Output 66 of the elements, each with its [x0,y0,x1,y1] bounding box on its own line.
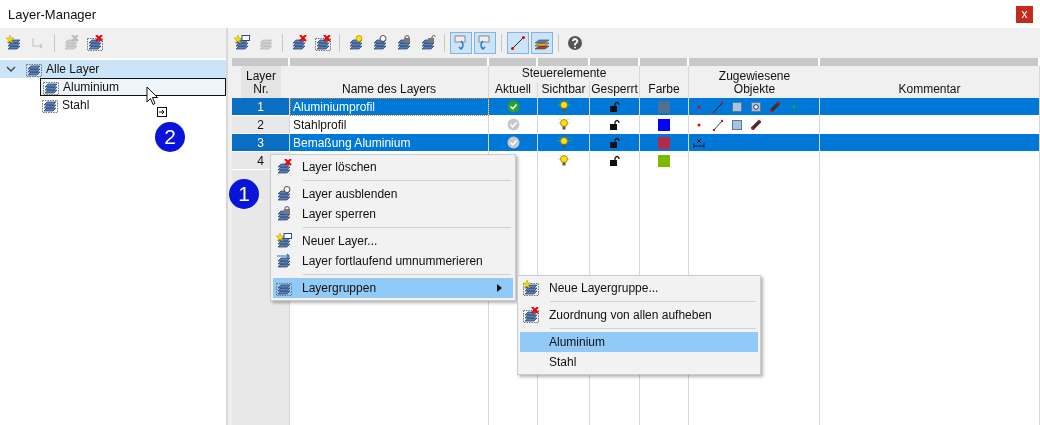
dashed-stack-icon [26,61,42,77]
dashed-stack-icon [42,97,58,113]
line-icon [510,35,526,51]
surface-icon [731,118,743,131]
column-header: Layer Nr. [241,66,281,98]
stack-star-icon [6,35,22,51]
stack-bulb-icon [372,35,388,51]
menu-item[interactable]: Layer sperren [273,204,513,224]
menu-item[interactable]: Layer ausblenden [273,184,513,204]
drop-icon [157,107,167,117]
stack-arrow-icon [276,253,292,269]
dashed-stack-icon [276,280,292,296]
member-icon [750,118,762,131]
close-button[interactable]: x [1016,5,1033,23]
stack-lock-icon [276,206,292,222]
menu-item[interactable]: Neue Layergruppe... [520,278,758,298]
tree-item[interactable]: Aluminium [40,78,226,96]
table-cell: 2 [232,116,290,134]
table-cell: Stahlprofil [293,117,347,132]
stack-cross-icon [291,35,307,51]
table-cell: Bemaßung Aluminium [293,135,411,150]
menu-item[interactable]: Zuordnung von allen aufheben [520,305,758,325]
step-marker: 1 [229,179,259,209]
member-icon [769,100,781,113]
menu-item[interactable]: Neuer Layer... [273,231,513,251]
chevron-icon[interactable] [6,64,16,74]
line-button[interactable] [507,32,529,54]
stack-lock-icon [396,35,412,51]
opening-icon [750,100,762,113]
redo-button[interactable] [474,32,496,54]
submenu-arrow-icon [497,284,503,292]
column-header: Zugewiesene Objekte [717,68,792,98]
tree-item[interactable]: Alle Layer [0,60,226,78]
table-cell: 3 [232,134,290,152]
stack-bulb-icon [348,35,364,51]
dashed-stack-cross-icon [523,307,539,323]
dimension-icon [693,136,705,149]
table-cell: 1 [232,98,290,116]
column-group-header: Steuerelemente [489,66,640,82]
stack-star-icon [234,35,250,51]
line-icon [712,100,724,113]
dashed-stack-icon [43,79,59,95]
stack-cross-icon [276,159,292,175]
stack-bulb-icon [276,186,292,202]
redo-icon [477,35,493,51]
menu-item[interactable]: Aluminium [520,332,758,352]
undo-button[interactable] [450,32,472,54]
menu-item[interactable]: Stahl [520,352,758,372]
dashed-stack-cross-button[interactable] [84,32,106,54]
dashed-stack-cross-icon [87,35,103,51]
window-title: Layer-Manager [8,6,97,22]
line-icon [712,118,724,131]
menu-item[interactable]: Layergruppen [273,278,513,298]
table-cell: Aluminiumprofil [293,99,376,114]
dashed-stack-cross-button[interactable] [312,32,334,54]
menu-item[interactable]: Layer fortlaufend umnummerieren [273,251,513,271]
dashed-stack-cross-icon [315,35,331,51]
stack-cross-icon [63,35,79,51]
tree-item[interactable]: Stahl [0,96,226,114]
stack-star-icon [276,233,292,249]
cursor-icon [146,86,159,106]
stack-lock-icon [420,35,436,51]
help-icon [567,35,583,51]
color-layers-button[interactable] [531,32,553,54]
undo-icon [453,35,469,51]
surface-icon [731,100,743,113]
